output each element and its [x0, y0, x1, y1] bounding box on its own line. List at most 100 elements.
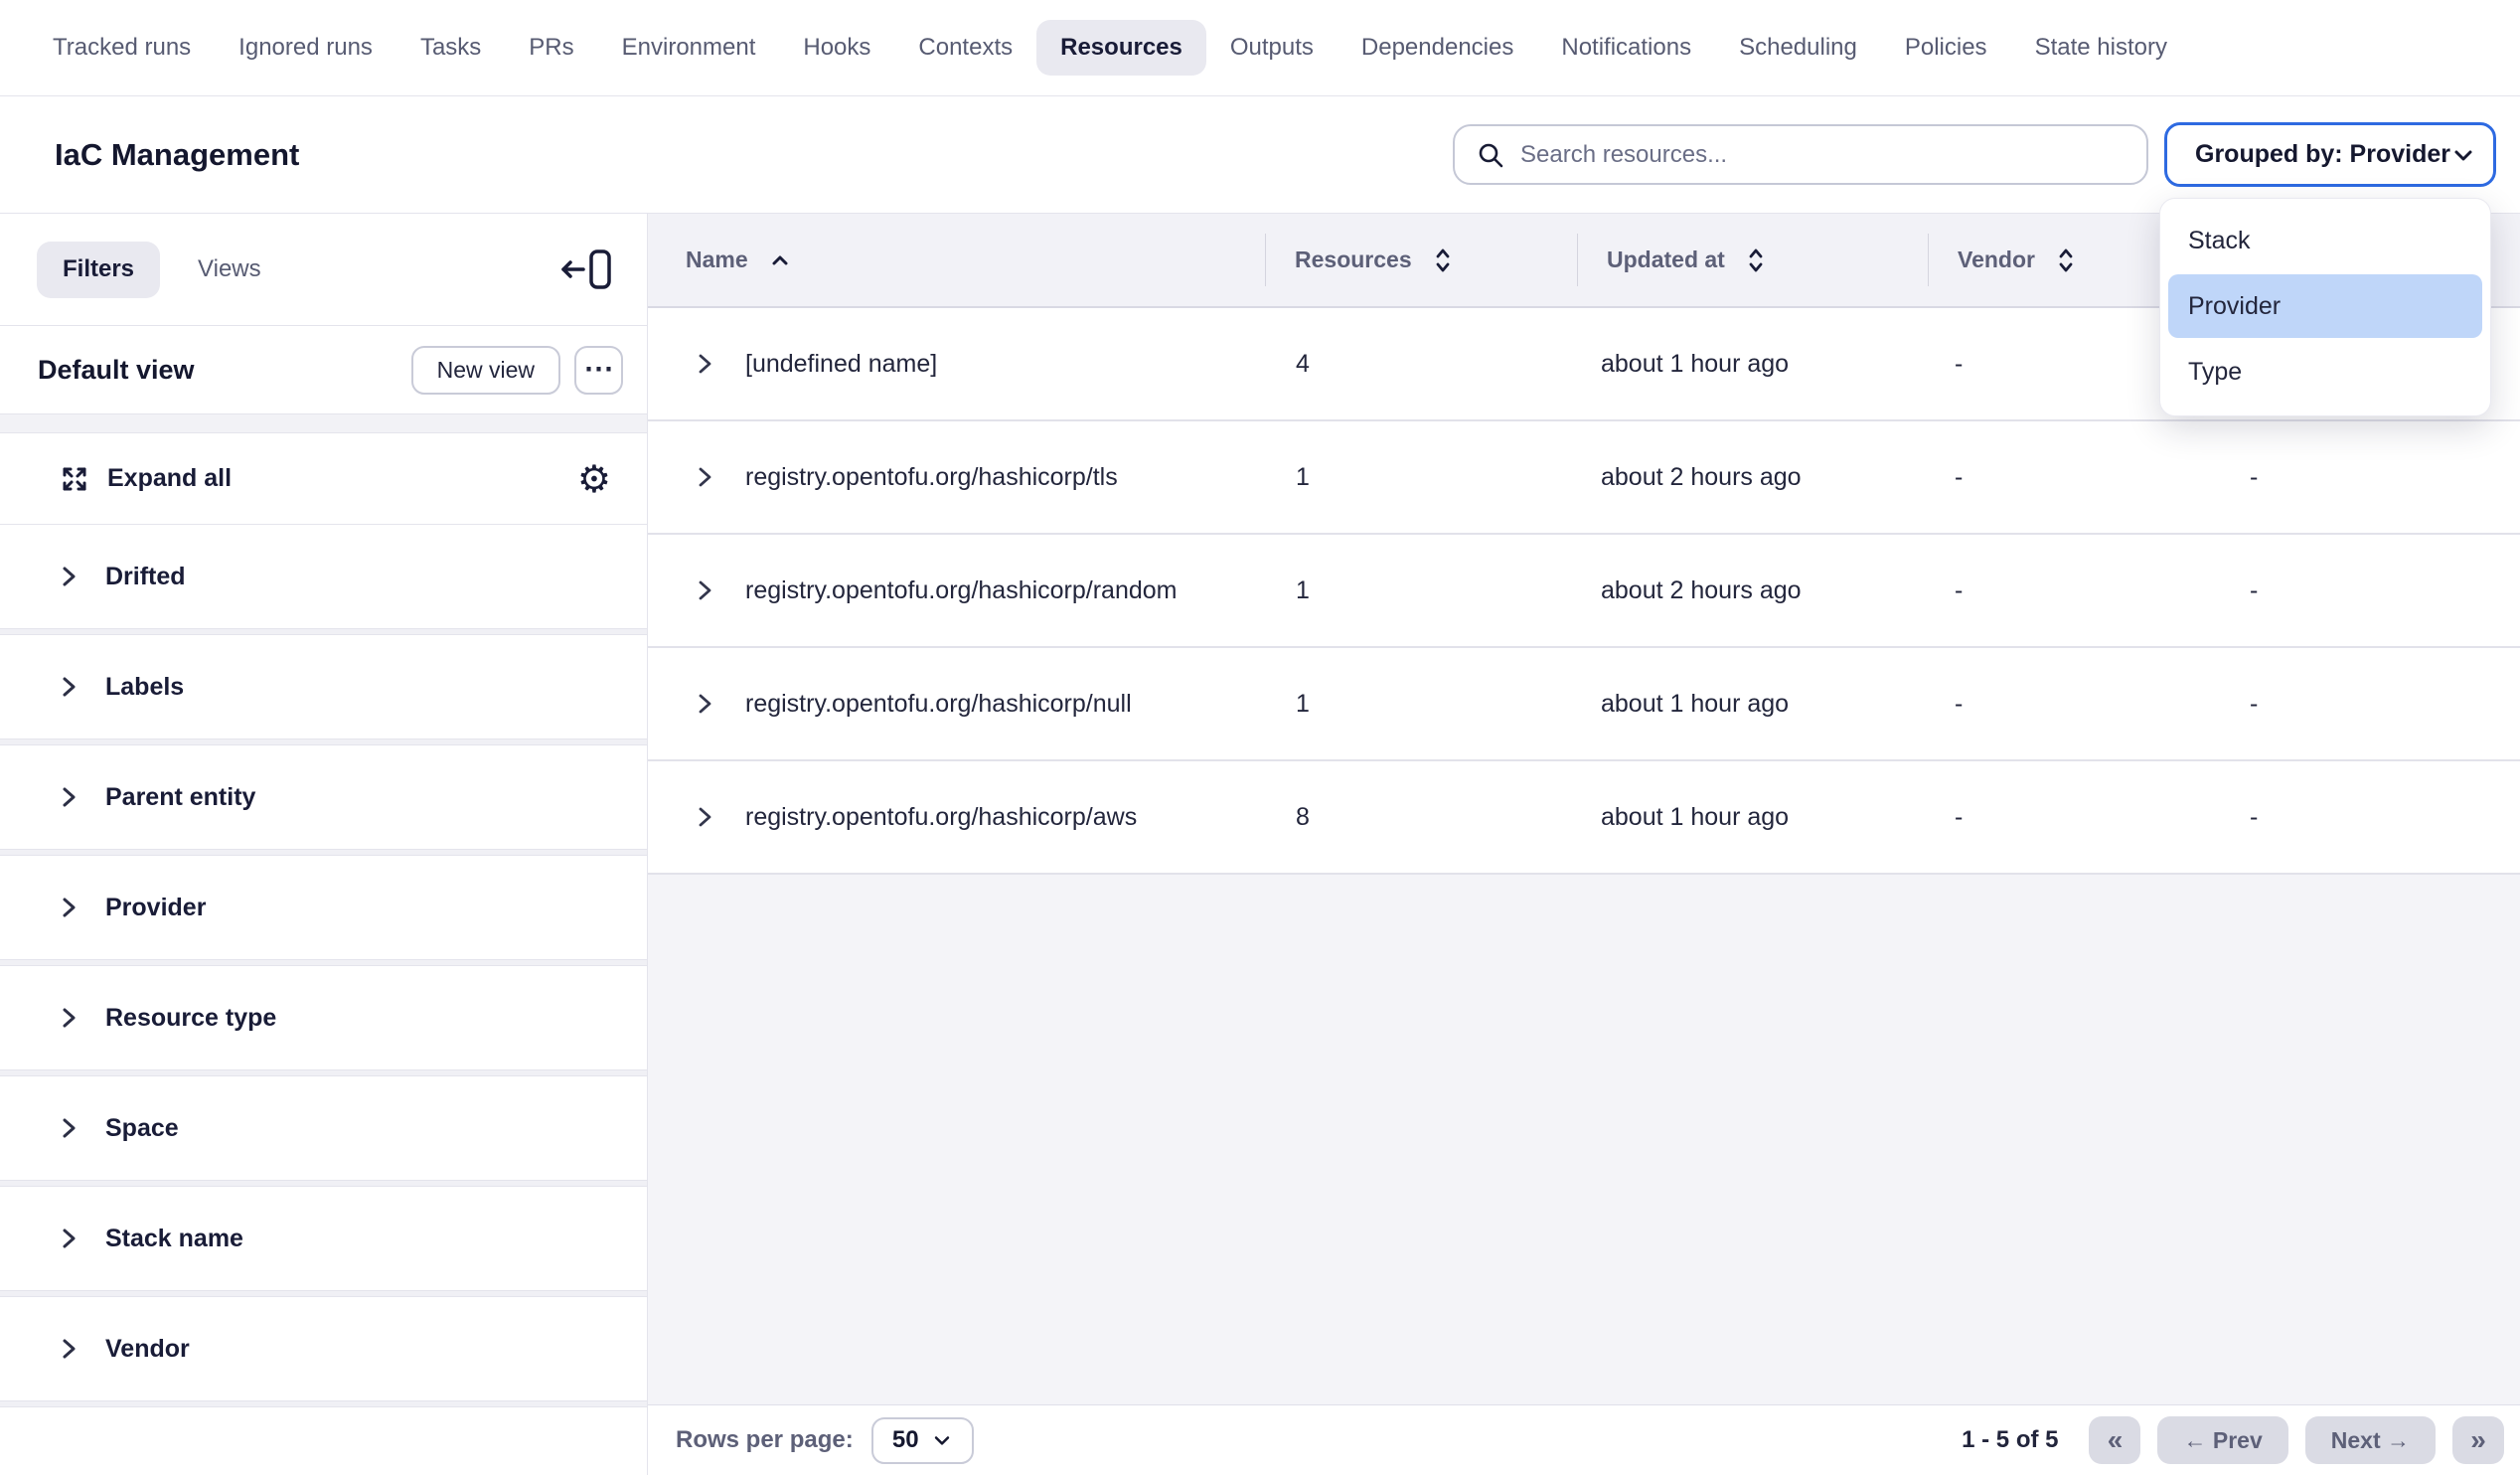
nav-tab[interactable]: PRs — [505, 20, 597, 76]
filter-section-label: Resource type — [105, 1004, 276, 1033]
collapse-sidebar-button[interactable] — [557, 246, 615, 292]
chevron-right-icon — [58, 674, 79, 700]
chevron-right-icon — [58, 1226, 79, 1251]
view-row: Default view New view ⋯ — [0, 326, 647, 414]
search-box[interactable] — [1453, 124, 2148, 185]
more-options-button[interactable]: ⋯ — [574, 346, 623, 395]
row-resources-count: 8 — [1265, 803, 1577, 832]
expand-all-icon — [60, 464, 89, 494]
row-name: registry.opentofu.org/hashicorp/aws — [745, 803, 1137, 832]
nav-tab[interactable]: Notifications — [1537, 20, 1715, 76]
row-extra: - — [2241, 463, 2520, 492]
table-row[interactable]: registry.opentofu.org/hashicorp/null 1 a… — [648, 648, 2520, 761]
expand-all-row: Expand all ⚙ — [0, 433, 647, 525]
filter-sections: Drifted Labels Parent entity — [0, 525, 647, 1407]
filter-section-label: Vendor — [105, 1335, 190, 1364]
table-row[interactable]: registry.opentofu.org/hashicorp/random 1… — [648, 535, 2520, 648]
nav-tab[interactable]: Policies — [1881, 20, 2011, 76]
column-label: Name — [686, 246, 748, 273]
pagination-range: 1 - 5 of 5 — [1962, 1426, 2058, 1454]
nav-tab[interactable]: Outputs — [1206, 20, 1338, 76]
page-title: IaC Management — [55, 137, 299, 173]
sort-both-icon — [1747, 246, 1765, 275]
collapse-panel-icon — [557, 246, 615, 292]
filter-section-label: Provider — [105, 894, 206, 922]
row-vendor: - — [1928, 803, 2241, 832]
nav-tab[interactable]: Resources — [1036, 20, 1206, 76]
chevron-right-icon — [58, 1005, 79, 1031]
row-expand-chevron-icon[interactable] — [694, 804, 715, 830]
first-page-button[interactable]: « — [2089, 1416, 2140, 1464]
filter-section[interactable]: Labels — [0, 635, 647, 739]
sort-both-icon — [2057, 246, 2075, 275]
filter-section[interactable]: Provider — [0, 856, 647, 960]
row-vendor: - — [1928, 463, 2241, 492]
nav-tab[interactable]: Environment — [598, 20, 780, 76]
row-name: registry.opentofu.org/hashicorp/random — [745, 576, 1178, 605]
sidebar-tab[interactable]: Filters — [37, 242, 160, 298]
expand-all-button[interactable]: Expand all — [60, 464, 232, 494]
row-updated-at: about 1 hour ago — [1577, 690, 1928, 719]
rows-per-page-value: 50 — [892, 1426, 919, 1454]
search-icon — [1477, 141, 1504, 169]
nav-tab[interactable]: Dependencies — [1338, 20, 1537, 76]
row-resources-count: 1 — [1265, 463, 1577, 492]
nav-tab[interactable]: Hooks — [779, 20, 894, 76]
row-vendor: - — [1928, 690, 2241, 719]
filter-section[interactable]: Space — [0, 1076, 647, 1181]
row-expand-chevron-icon[interactable] — [694, 691, 715, 717]
row-expand-chevron-icon[interactable] — [694, 351, 715, 377]
nav-tab[interactable]: State history — [2011, 20, 2191, 76]
filter-section[interactable]: Parent entity — [0, 745, 647, 850]
filter-section-label: Labels — [105, 673, 184, 702]
column-label: Resources — [1295, 246, 1412, 273]
sidebar-tab[interactable]: Views — [172, 242, 287, 298]
filter-section[interactable]: Stack name — [0, 1187, 647, 1291]
chevron-right-icon — [58, 564, 79, 589]
nav-tab[interactable]: Tracked runs — [29, 20, 215, 76]
nav-tab[interactable]: Ignored runs — [215, 20, 396, 76]
row-updated-at: about 1 hour ago — [1577, 803, 1928, 832]
nav-tab[interactable]: Scheduling — [1715, 20, 1881, 76]
column-header-updated-at[interactable]: Updated at — [1577, 214, 1928, 306]
filter-section[interactable]: Drifted — [0, 525, 647, 629]
settings-gear-button[interactable]: ⚙ — [577, 460, 611, 498]
group-by-menu-item[interactable]: Provider — [2168, 274, 2482, 338]
group-by-menu-item[interactable]: Type — [2168, 340, 2482, 404]
column-header-resources[interactable]: Resources — [1265, 214, 1577, 306]
filter-section[interactable]: Vendor — [0, 1297, 647, 1401]
view-title: Default view — [38, 355, 195, 386]
search-input[interactable] — [1520, 141, 2126, 169]
sort-asc-icon — [770, 253, 790, 267]
prev-page-button[interactable]: ← Prev — [2157, 1416, 2287, 1464]
filter-section-label: Stack name — [105, 1225, 243, 1253]
nav-tab[interactable]: Contexts — [894, 20, 1036, 76]
row-expand-chevron-icon[interactable] — [694, 577, 715, 603]
row-expand-chevron-icon[interactable] — [694, 464, 715, 490]
chevron-right-icon — [58, 895, 79, 920]
rows-per-page-select[interactable]: 50 — [871, 1417, 974, 1464]
row-name: [undefined name] — [745, 350, 937, 379]
row-name: registry.opentofu.org/hashicorp/tls — [745, 463, 1118, 492]
sort-both-icon — [1434, 246, 1452, 275]
next-page-button[interactable]: Next → — [2305, 1416, 2436, 1464]
header-controls: Grouped by: Provider — [1453, 122, 2496, 187]
chevron-right-icon — [58, 1336, 79, 1362]
chevron-down-icon — [2450, 142, 2476, 168]
filter-section-label: Drifted — [105, 563, 186, 591]
nav-tab[interactable]: Tasks — [396, 20, 505, 76]
group-by-menu-item[interactable]: Stack — [2168, 209, 2482, 272]
table-row[interactable]: registry.opentofu.org/hashicorp/tls 1 ab… — [648, 421, 2520, 535]
row-resources-count: 1 — [1265, 690, 1577, 719]
table-row[interactable]: registry.opentofu.org/hashicorp/aws 8 ab… — [648, 761, 2520, 875]
row-updated-at: about 2 hours ago — [1577, 463, 1928, 492]
new-view-button[interactable]: New view — [411, 346, 560, 395]
column-header-name[interactable]: Name — [648, 214, 1265, 306]
last-page-button[interactable]: » — [2452, 1416, 2504, 1464]
filter-section[interactable]: Resource type — [0, 966, 647, 1070]
chevron-right-icon — [58, 784, 79, 810]
row-name: registry.opentofu.org/hashicorp/null — [745, 690, 1132, 719]
grouped-by-button[interactable]: Grouped by: Provider — [2164, 122, 2496, 187]
column-label: Updated at — [1607, 246, 1725, 273]
sidebar-tabs-row: FiltersViews — [0, 214, 647, 326]
